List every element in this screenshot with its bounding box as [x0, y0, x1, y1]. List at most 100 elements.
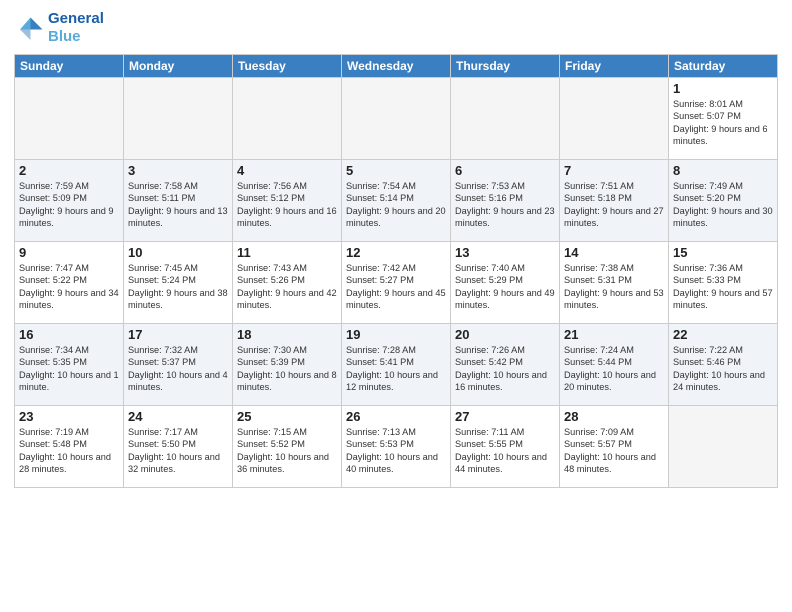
calendar-cell: 10 Sunrise: 7:45 AM Sunset: 5:24 PM Dayli…	[124, 242, 233, 324]
weekday-header-wednesday: Wednesday	[342, 55, 451, 78]
calendar-cell	[15, 78, 124, 160]
day-number: 27	[455, 409, 555, 424]
calendar-cell	[560, 78, 669, 160]
day-number: 28	[564, 409, 664, 424]
day-number: 17	[128, 327, 228, 342]
day-info: Sunrise: 7:13 AM Sunset: 5:53 PM Dayligh…	[346, 426, 446, 476]
calendar-cell	[124, 78, 233, 160]
calendar-cell: 26 Sunrise: 7:13 AM Sunset: 5:53 PM Dayli…	[342, 406, 451, 488]
calendar-cell	[342, 78, 451, 160]
weekday-header-saturday: Saturday	[669, 55, 778, 78]
day-number: 15	[673, 245, 773, 260]
day-info: Sunrise: 7:38 AM Sunset: 5:31 PM Dayligh…	[564, 262, 664, 312]
calendar-cell: 13 Sunrise: 7:40 AM Sunset: 5:29 PM Dayli…	[451, 242, 560, 324]
weekday-header-monday: Monday	[124, 55, 233, 78]
day-number: 18	[237, 327, 337, 342]
calendar: SundayMondayTuesdayWednesdayThursdayFrid…	[14, 54, 778, 488]
day-info: Sunrise: 7:24 AM Sunset: 5:44 PM Dayligh…	[564, 344, 664, 394]
day-info: Sunrise: 7:11 AM Sunset: 5:55 PM Dayligh…	[455, 426, 555, 476]
day-number: 24	[128, 409, 228, 424]
day-number: 14	[564, 245, 664, 260]
day-number: 11	[237, 245, 337, 260]
header: General Blue	[14, 10, 778, 46]
day-number: 20	[455, 327, 555, 342]
day-info: Sunrise: 7:53 AM Sunset: 5:16 PM Dayligh…	[455, 180, 555, 230]
day-info: Sunrise: 7:43 AM Sunset: 5:26 PM Dayligh…	[237, 262, 337, 312]
day-info: Sunrise: 7:40 AM Sunset: 5:29 PM Dayligh…	[455, 262, 555, 312]
day-info: Sunrise: 8:01 AM Sunset: 5:07 PM Dayligh…	[673, 98, 773, 148]
calendar-cell: 12 Sunrise: 7:42 AM Sunset: 5:27 PM Dayli…	[342, 242, 451, 324]
calendar-cell: 23 Sunrise: 7:19 AM Sunset: 5:48 PM Dayli…	[15, 406, 124, 488]
calendar-cell: 11 Sunrise: 7:43 AM Sunset: 5:26 PM Dayli…	[233, 242, 342, 324]
calendar-cell: 22 Sunrise: 7:22 AM Sunset: 5:46 PM Dayli…	[669, 324, 778, 406]
day-info: Sunrise: 7:28 AM Sunset: 5:41 PM Dayligh…	[346, 344, 446, 394]
calendar-cell: 2Sunrise: 7:59 AM Sunset: 5:09 PM Daylig…	[15, 160, 124, 242]
calendar-cell: 27 Sunrise: 7:11 AM Sunset: 5:55 PM Dayli…	[451, 406, 560, 488]
calendar-cell: 18 Sunrise: 7:30 AM Sunset: 5:39 PM Dayli…	[233, 324, 342, 406]
day-info: Sunrise: 7:51 AM Sunset: 5:18 PM Dayligh…	[564, 180, 664, 230]
day-number: 5	[346, 163, 446, 178]
calendar-week-row: 9 Sunrise: 7:47 AM Sunset: 5:22 PM Daylig…	[15, 242, 778, 324]
weekday-header-sunday: Sunday	[15, 55, 124, 78]
calendar-cell: 20Sunrise: 7:26 AM Sunset: 5:42 PM Dayli…	[451, 324, 560, 406]
day-info: Sunrise: 7:19 AM Sunset: 5:48 PM Dayligh…	[19, 426, 119, 476]
calendar-week-row: 23 Sunrise: 7:19 AM Sunset: 5:48 PM Dayli…	[15, 406, 778, 488]
calendar-cell: 3Sunrise: 7:58 AM Sunset: 5:11 PM Daylig…	[124, 160, 233, 242]
day-info: Sunrise: 7:42 AM Sunset: 5:27 PM Dayligh…	[346, 262, 446, 312]
day-number: 10	[128, 245, 228, 260]
day-info: Sunrise: 7:09 AM Sunset: 5:57 PM Dayligh…	[564, 426, 664, 476]
calendar-cell: 21 Sunrise: 7:24 AM Sunset: 5:44 PM Dayli…	[560, 324, 669, 406]
day-info: Sunrise: 7:17 AM Sunset: 5:50 PM Dayligh…	[128, 426, 228, 476]
day-info: Sunrise: 7:56 AM Sunset: 5:12 PM Dayligh…	[237, 180, 337, 230]
day-number: 21	[564, 327, 664, 342]
day-number: 8	[673, 163, 773, 178]
calendar-cell: 19 Sunrise: 7:28 AM Sunset: 5:41 PM Dayli…	[342, 324, 451, 406]
calendar-cell	[451, 78, 560, 160]
day-number: 13	[455, 245, 555, 260]
calendar-cell: 4 Sunrise: 7:56 AM Sunset: 5:12 PM Daylig…	[233, 160, 342, 242]
day-number: 4	[237, 163, 337, 178]
day-info: Sunrise: 7:22 AM Sunset: 5:46 PM Dayligh…	[673, 344, 773, 394]
logo-icon	[14, 13, 44, 43]
calendar-cell: 16 Sunrise: 7:34 AM Sunset: 5:35 PM Dayli…	[15, 324, 124, 406]
day-info: Sunrise: 7:49 AM Sunset: 5:20 PM Dayligh…	[673, 180, 773, 230]
weekday-header-thursday: Thursday	[451, 55, 560, 78]
day-info: Sunrise: 7:36 AM Sunset: 5:33 PM Dayligh…	[673, 262, 773, 312]
day-info: Sunrise: 7:45 AM Sunset: 5:24 PM Dayligh…	[128, 262, 228, 312]
day-number: 25	[237, 409, 337, 424]
day-number: 7	[564, 163, 664, 178]
day-number: 19	[346, 327, 446, 342]
day-number: 22	[673, 327, 773, 342]
page-container: General Blue SundayMondayTuesdayWednesda…	[0, 0, 792, 612]
calendar-week-row: 16 Sunrise: 7:34 AM Sunset: 5:35 PM Dayli…	[15, 324, 778, 406]
day-info: Sunrise: 7:30 AM Sunset: 5:39 PM Dayligh…	[237, 344, 337, 394]
day-info: Sunrise: 7:47 AM Sunset: 5:22 PM Dayligh…	[19, 262, 119, 312]
calendar-cell: 9 Sunrise: 7:47 AM Sunset: 5:22 PM Daylig…	[15, 242, 124, 324]
day-number: 16	[19, 327, 119, 342]
calendar-cell: 6Sunrise: 7:53 AM Sunset: 5:16 PM Daylig…	[451, 160, 560, 242]
day-info: Sunrise: 7:58 AM Sunset: 5:11 PM Dayligh…	[128, 180, 228, 230]
calendar-week-row: 2Sunrise: 7:59 AM Sunset: 5:09 PM Daylig…	[15, 160, 778, 242]
calendar-cell: 17Sunrise: 7:32 AM Sunset: 5:37 PM Dayli…	[124, 324, 233, 406]
calendar-cell: 5Sunrise: 7:54 AM Sunset: 5:14 PM Daylig…	[342, 160, 451, 242]
calendar-cell: 8 Sunrise: 7:49 AM Sunset: 5:20 PM Daylig…	[669, 160, 778, 242]
calendar-cell: 25 Sunrise: 7:15 AM Sunset: 5:52 PM Dayli…	[233, 406, 342, 488]
day-info: Sunrise: 7:15 AM Sunset: 5:52 PM Dayligh…	[237, 426, 337, 476]
calendar-cell: 15 Sunrise: 7:36 AM Sunset: 5:33 PM Dayli…	[669, 242, 778, 324]
day-number: 26	[346, 409, 446, 424]
calendar-cell: 7 Sunrise: 7:51 AM Sunset: 5:18 PM Daylig…	[560, 160, 669, 242]
day-info: Sunrise: 7:59 AM Sunset: 5:09 PM Dayligh…	[19, 180, 119, 230]
day-number: 9	[19, 245, 119, 260]
day-number: 23	[19, 409, 119, 424]
day-number: 1	[673, 81, 773, 96]
day-number: 12	[346, 245, 446, 260]
calendar-cell: 14 Sunrise: 7:38 AM Sunset: 5:31 PM Dayli…	[560, 242, 669, 324]
weekday-header-friday: Friday	[560, 55, 669, 78]
logo: General Blue	[14, 10, 104, 46]
calendar-cell: 28 Sunrise: 7:09 AM Sunset: 5:57 PM Dayli…	[560, 406, 669, 488]
day-info: Sunrise: 7:34 AM Sunset: 5:35 PM Dayligh…	[19, 344, 119, 394]
calendar-cell: 24 Sunrise: 7:17 AM Sunset: 5:50 PM Dayli…	[124, 406, 233, 488]
calendar-cell	[669, 406, 778, 488]
calendar-week-row: 1 Sunrise: 8:01 AM Sunset: 5:07 PM Daylig…	[15, 78, 778, 160]
logo-text: General Blue	[48, 10, 104, 46]
